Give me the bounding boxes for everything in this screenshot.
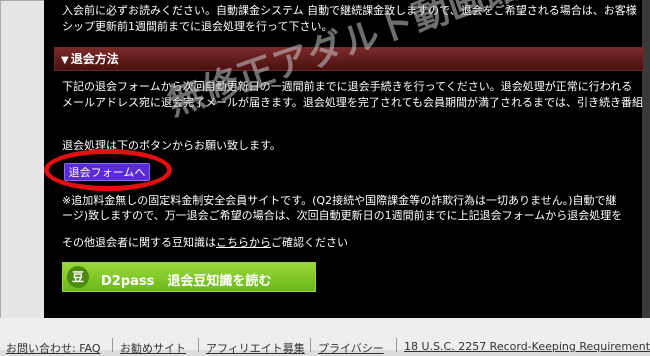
tips-prefix: その他退会者に関する豆知識は: [62, 236, 216, 249]
note-line-1: ※追加料金無しの固定料金制安全会員サイトです。(Q2接続や国際課金等の詐欺行為は…: [62, 194, 617, 207]
note-line-2: ージ)致しますので、万一退会ご希望の場合は、次回自動更新日の1週間前までに上記退…: [62, 209, 623, 222]
footer-link-privacy[interactable]: プライバシー: [318, 340, 384, 356]
bean-badge-icon: 豆: [67, 266, 89, 288]
footer-link-recommended[interactable]: お勧めサイト: [120, 340, 186, 356]
tips-link[interactable]: こちらから: [216, 236, 271, 249]
d2pass-tips-button[interactable]: 豆 D2pass 退会豆知識を読む: [62, 262, 316, 292]
footer-link-faq[interactable]: お問い合わせ: FAQ: [6, 340, 101, 356]
tips-suffix: ご確認ください: [271, 236, 348, 249]
footer-link-affiliate[interactable]: アフィリエイト募集: [206, 340, 305, 356]
tips-line: その他退会者に関する豆知識はこちらからご確認ください: [62, 236, 348, 250]
footer-link-2257[interactable]: 18 U.S.C. 2257 Record-Keeping Requiremen…: [404, 340, 650, 353]
section-title: 退会方法: [70, 52, 119, 66]
withdrawal-form-button[interactable]: 退会フォームへ: [64, 163, 150, 181]
d2pass-button-label: D2pass 退会豆知識を読む: [101, 274, 272, 289]
triangle-down-icon: ▼: [61, 55, 69, 66]
footer: お問い合わせ: FAQ お勧めサイト アフィリエイト募集 プライバシー 18 U…: [0, 318, 650, 355]
